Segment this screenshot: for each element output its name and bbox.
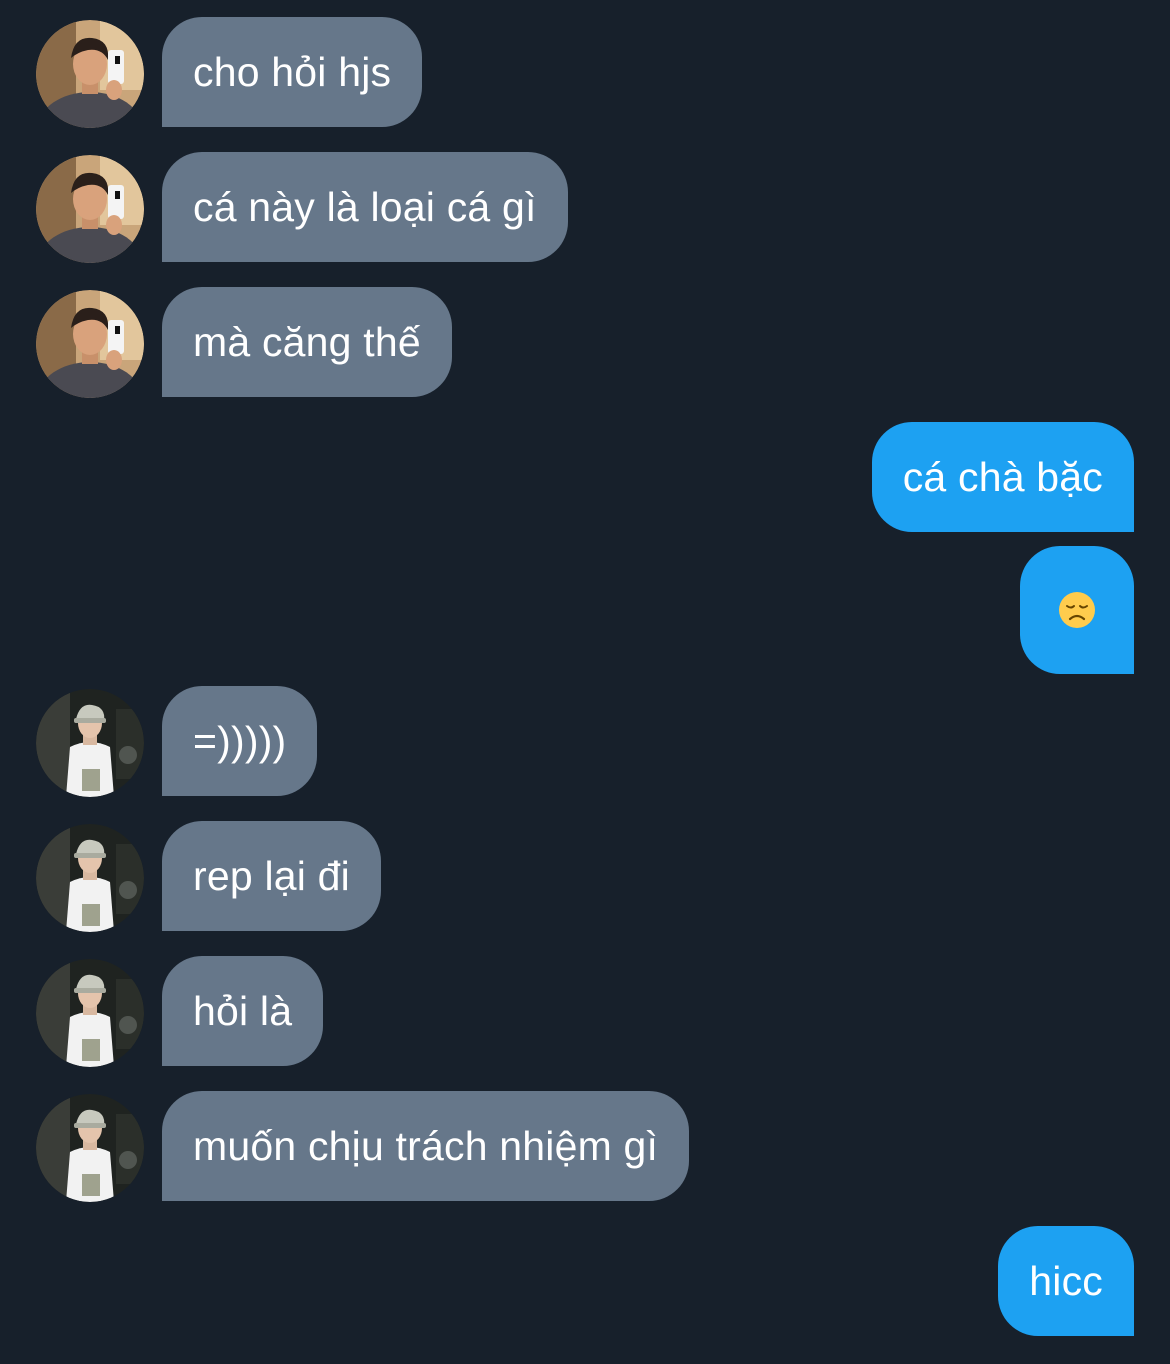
contact-avatar[interactable] <box>36 290 144 398</box>
incoming-message-bubble[interactable]: hỏi là <box>162 956 324 1066</box>
message-text: muốn chịu trách nhiệm gì <box>193 1122 659 1169</box>
message-text: cá này là loại cá gì <box>193 183 537 230</box>
incoming-message-bubble[interactable]: =))))) <box>162 686 318 796</box>
outgoing-emoji-bubble[interactable] <box>1020 546 1134 674</box>
incoming-message-bubble[interactable]: cá này là loại cá gì <box>162 152 568 262</box>
contact-avatar[interactable] <box>36 1094 144 1202</box>
contact-avatar[interactable] <box>36 959 144 1067</box>
disappointed-face-icon <box>1059 592 1095 628</box>
message-text: =))))) <box>193 717 287 764</box>
contact-avatar[interactable] <box>36 689 144 797</box>
message-text: cho hỏi hjs <box>193 48 392 95</box>
contact-avatar[interactable] <box>36 155 144 263</box>
incoming-message-bubble[interactable]: rep lại đi <box>162 821 381 931</box>
incoming-message-bubble[interactable]: muốn chịu trách nhiệm gì <box>162 1091 690 1201</box>
message-text: rep lại đi <box>193 852 350 899</box>
contact-avatar[interactable] <box>36 20 144 128</box>
message-text: hỏi là <box>193 987 293 1034</box>
contact-avatar[interactable] <box>36 824 144 932</box>
incoming-message-bubble[interactable]: cho hỏi hjs <box>162 17 423 127</box>
outgoing-message-bubble[interactable]: hicc <box>998 1226 1134 1336</box>
incoming-message-bubble[interactable]: mà căng thế <box>162 287 452 397</box>
message-text: cá chà bặc <box>902 453 1103 500</box>
message-text: hicc <box>1029 1257 1103 1304</box>
message-text: mà căng thế <box>193 318 421 365</box>
outgoing-message-bubble[interactable]: cá chà bặc <box>871 422 1134 532</box>
